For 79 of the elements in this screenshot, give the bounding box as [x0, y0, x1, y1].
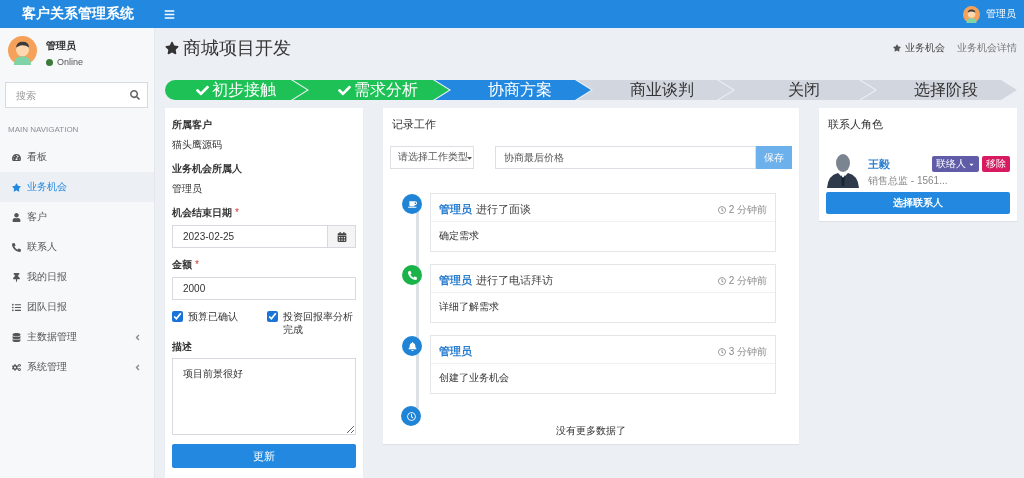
- menu-icon[interactable]: [164, 8, 175, 20]
- calendar-icon[interactable]: [336, 231, 347, 242]
- star-icon: [12, 182, 21, 192]
- contact-name[interactable]: 王毅: [868, 156, 890, 172]
- nav-item[interactable]: 看板: [0, 142, 154, 172]
- required-mark: *: [195, 259, 199, 270]
- gauge-icon: [12, 152, 21, 162]
- nav-item[interactable]: 团队日报: [0, 292, 154, 322]
- app-title: 客户关系管理系统: [20, 5, 135, 23]
- user-link[interactable]: 管理员: [439, 202, 472, 217]
- entry-time: 2 分钟前: [728, 202, 767, 217]
- avatar-icon: [8, 36, 37, 65]
- field-label: 金额: [172, 259, 192, 270]
- entry-action: 进行了面谈: [476, 202, 531, 217]
- user-name[interactable]: 管理员: [986, 7, 1016, 21]
- entry-text: 详细了解需求: [438, 300, 500, 314]
- search-icon[interactable]: [130, 90, 140, 100]
- avatar-icon: [963, 5, 980, 23]
- database-icon: [12, 332, 21, 342]
- clock-icon: [717, 347, 726, 356]
- stage-step[interactable]: 商业谈判: [577, 80, 733, 100]
- checkbox[interactable]: [172, 311, 183, 322]
- choose-contact-button[interactable]: 选择联系人: [826, 192, 1010, 214]
- card-title: 联系人角色: [827, 117, 884, 132]
- status-text: Online: [57, 57, 83, 67]
- nav-item[interactable]: 主数据管理: [0, 322, 154, 352]
- entry-time: 3 分钟前: [728, 344, 767, 359]
- stage-step[interactable]: 关闭: [719, 80, 875, 100]
- stage-step[interactable]: 协商方案: [435, 80, 591, 100]
- field-value: 猫头鹰源码: [172, 138, 223, 152]
- person-icon: [12, 212, 21, 222]
- remove-button[interactable]: 移除: [982, 156, 1010, 172]
- clock-icon: [401, 406, 421, 426]
- clock-icon: [717, 276, 726, 285]
- role-dropdown[interactable]: 联络人: [932, 156, 979, 172]
- pin-icon: [12, 272, 21, 282]
- amount-field[interactable]: 2000: [172, 277, 356, 300]
- breadcrumb-link[interactable]: 业务机会详情: [957, 41, 1017, 55]
- user-name: 管理员: [46, 39, 77, 53]
- status-dot: [46, 58, 53, 66]
- breadcrumb-link[interactable]: 业务机会: [905, 41, 945, 55]
- nav-item[interactable]: 客户: [0, 202, 154, 232]
- entry-action: 进行了电话拜访: [476, 273, 553, 288]
- end-message: 没有更多数据了: [555, 424, 627, 438]
- person-icon: [826, 152, 860, 188]
- page-title: 商城项目开发: [183, 37, 291, 60]
- nav-item[interactable]: 我的日报: [0, 262, 154, 292]
- nav-item[interactable]: 系统管理: [0, 352, 154, 382]
- gears-icon: [12, 362, 21, 372]
- card-title: 记录工作: [391, 117, 437, 132]
- entry-text: 确定需求: [438, 229, 480, 243]
- note-field[interactable]: 协商最后价格: [495, 146, 756, 169]
- required-mark: *: [235, 207, 239, 218]
- type-select[interactable]: 请选择工作类型: [390, 146, 474, 169]
- checkbox-label: 预算已确认: [188, 310, 238, 323]
- description-field[interactable]: 项目前景很好: [172, 358, 356, 435]
- field-label: 描述: [172, 340, 193, 354]
- field-label: 业务机会所属人: [172, 163, 242, 174]
- search-field[interactable]: 搜索: [5, 82, 148, 108]
- field-label: 所属客户: [172, 119, 212, 130]
- entry-text: 创建了业务机会: [438, 371, 510, 385]
- checkbox[interactable]: [267, 311, 278, 322]
- update-button[interactable]: 更新: [172, 444, 356, 468]
- clock-icon: [717, 205, 726, 214]
- entry-time: 2 分钟前: [728, 273, 767, 288]
- checkbox-label: 投资回报率分析完成: [283, 310, 354, 336]
- phone-icon: [12, 242, 21, 252]
- field-label: 机会结束日期: [172, 207, 232, 218]
- contact-subtitle: 销售总监 - 1561...: [868, 174, 949, 188]
- nav-item[interactable]: 联系人: [0, 232, 154, 262]
- star-icon: [893, 44, 901, 52]
- user-link[interactable]: 管理员: [439, 344, 472, 359]
- user-link[interactable]: 管理员: [439, 273, 472, 288]
- date-field[interactable]: 2023-02-25: [172, 225, 328, 248]
- section-heading: MAIN NAVIGATION: [7, 124, 80, 136]
- star-icon: [165, 41, 179, 55]
- stage-step[interactable]: 选择阶段: [861, 80, 1017, 100]
- list-icon: [12, 302, 21, 312]
- field-value: 管理员: [172, 182, 203, 196]
